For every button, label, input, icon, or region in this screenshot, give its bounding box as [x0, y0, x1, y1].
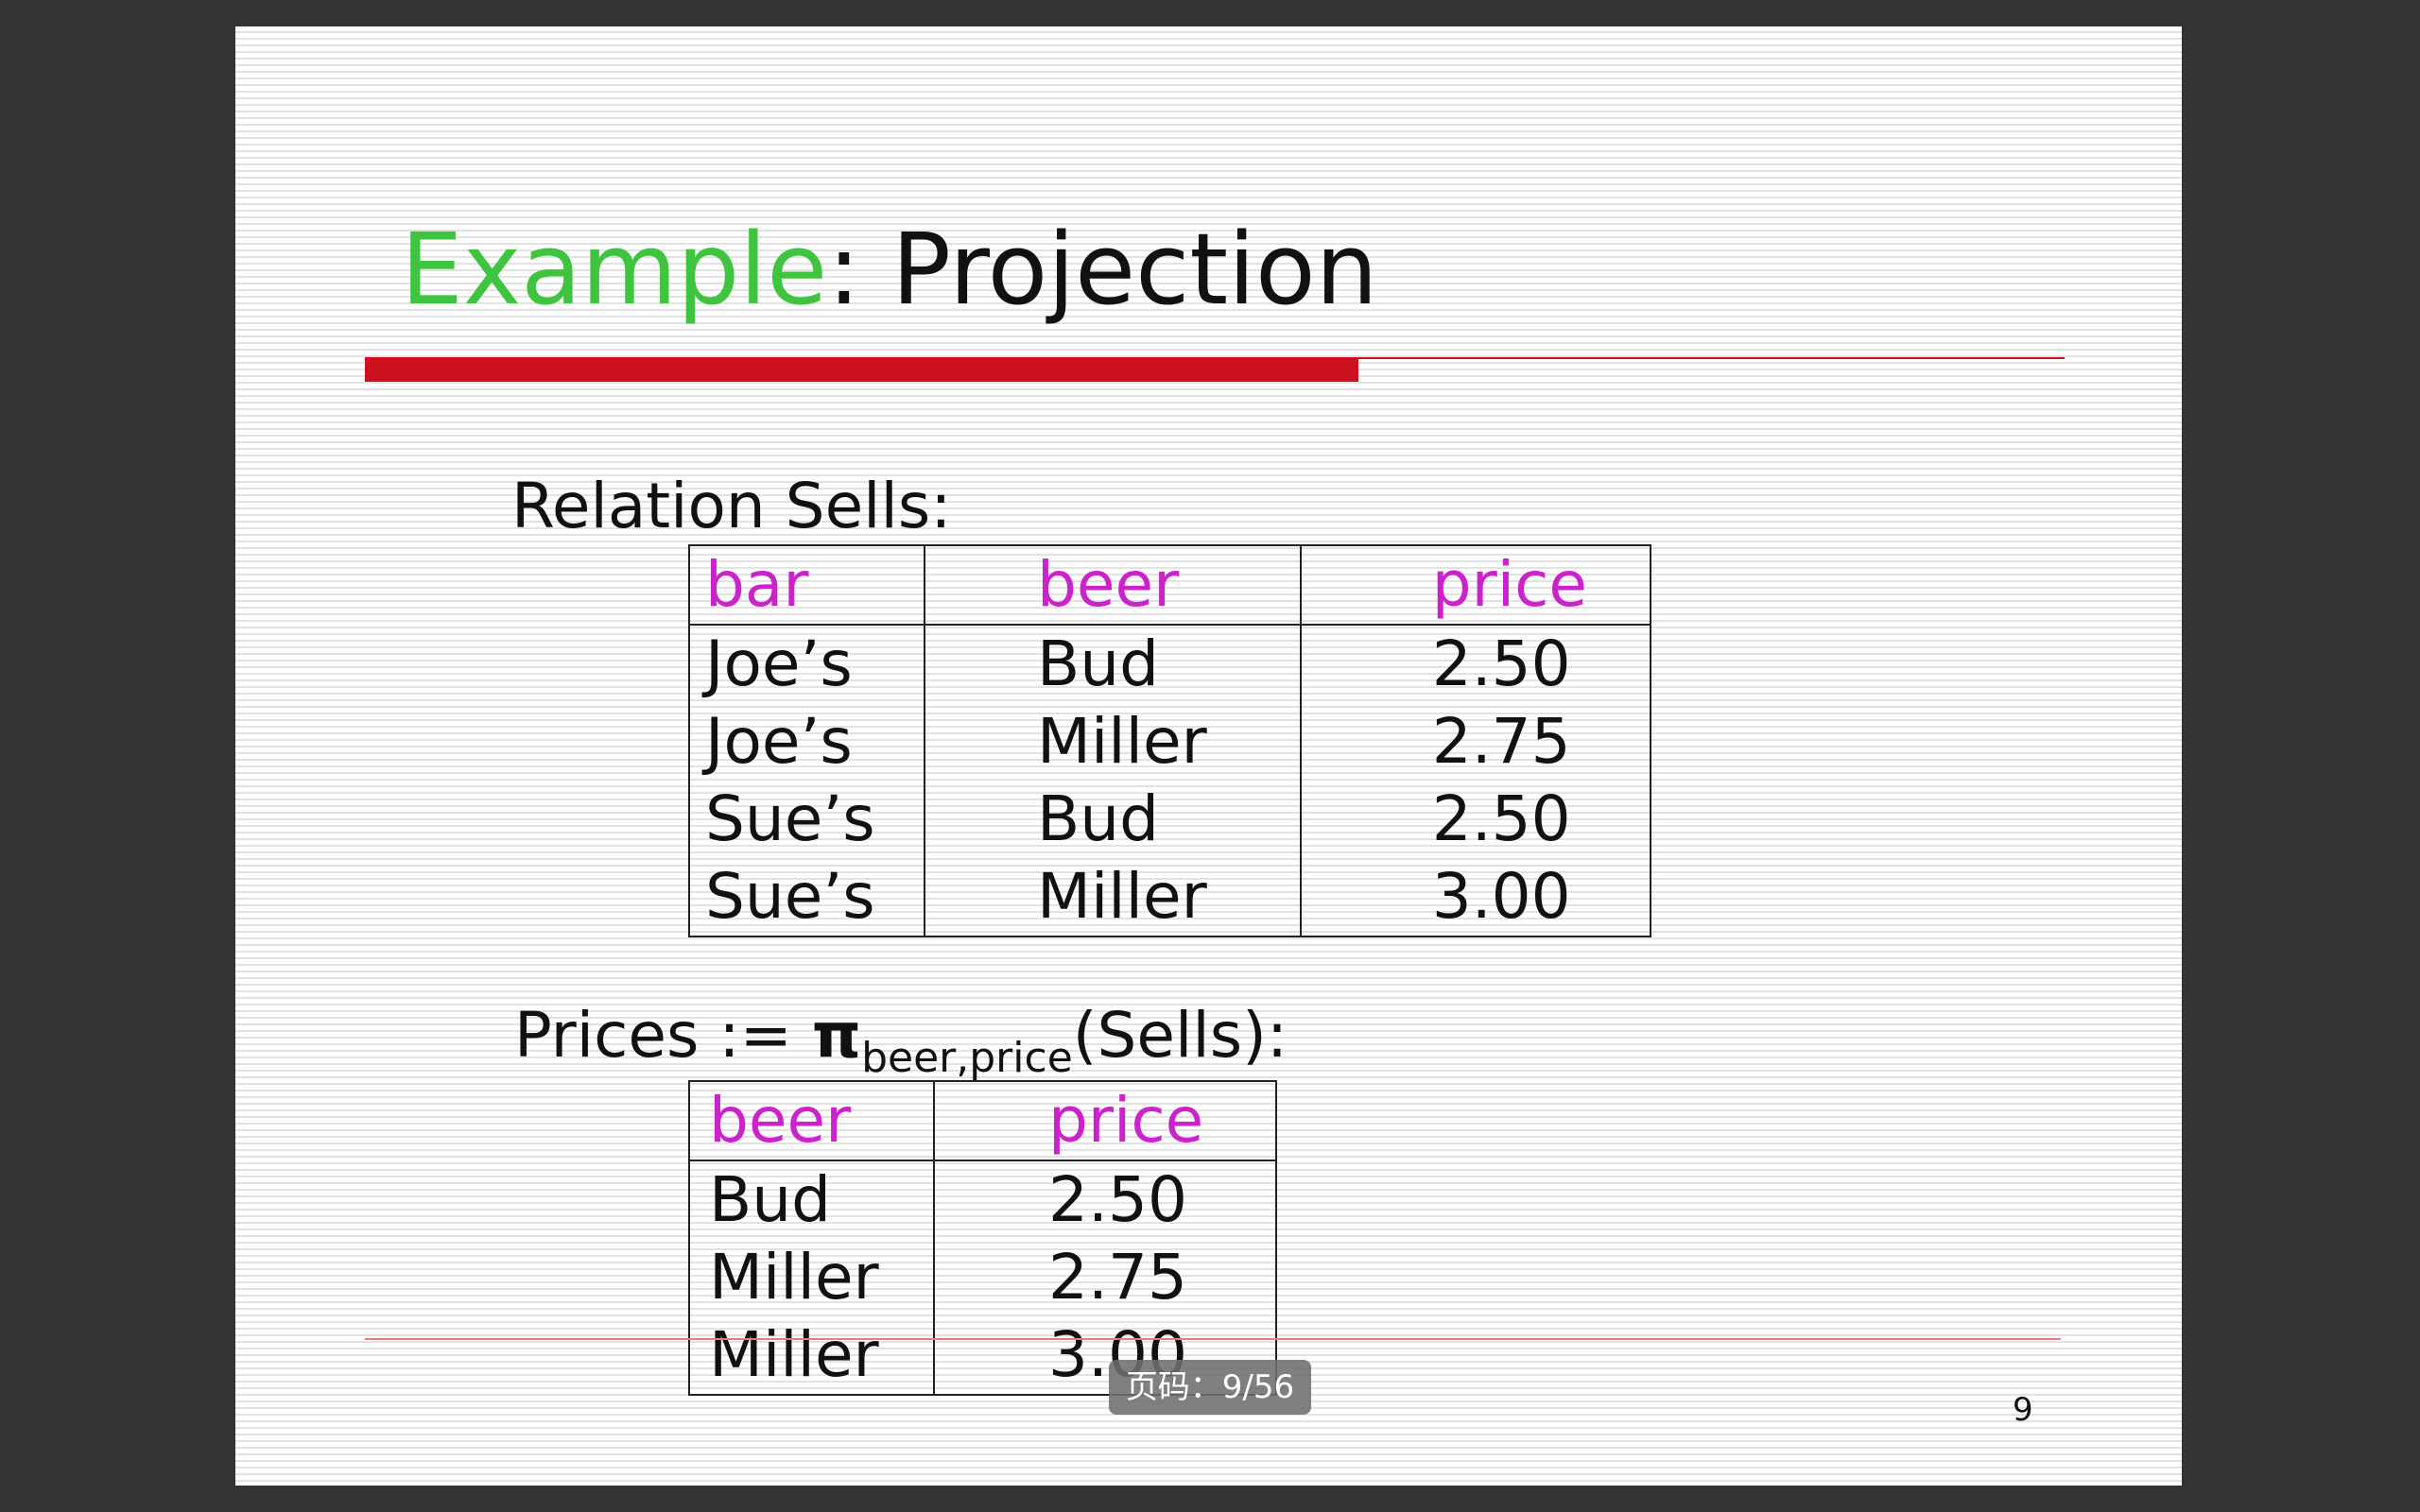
- cell-bar: Joe’s: [687, 703, 926, 781]
- title-rest: : Projection: [827, 212, 1378, 327]
- slide-title: Example: Projection: [401, 220, 1378, 318]
- sells-table: bar beer price Joe’s Bud 2.50 Joe’s Mill…: [687, 544, 1652, 937]
- column-header-beer: beer: [688, 1081, 935, 1161]
- column-header-bar: bar: [687, 545, 926, 626]
- cell-beer: Bud: [924, 781, 1302, 858]
- cell-beer: Miller: [688, 1239, 935, 1316]
- table-row: Miller 2.75: [688, 1239, 1277, 1316]
- prices-table: beer price Bud 2.50 Miller 2.75 Miller 3…: [688, 1080, 1277, 1396]
- cell-price: 3.00: [1299, 858, 1652, 936]
- prices-projection-caption: Prices := πbeer,price(Sells):: [514, 1005, 1288, 1079]
- pi-symbol: π: [811, 999, 862, 1072]
- caption-prices-suffix: (Sells):: [1072, 999, 1288, 1072]
- table-row: Sue’s Miller 3.00: [687, 858, 1652, 936]
- cell-price: 2.50: [1299, 781, 1652, 858]
- column-header-price: price: [1299, 545, 1652, 626]
- slide-page-number: 9: [2013, 1391, 2033, 1429]
- cell-bar: Sue’s: [687, 781, 926, 858]
- page-indicator-badge[interactable]: 页码：9/56: [1109, 1360, 1311, 1415]
- cell-beer: Bud: [688, 1160, 935, 1239]
- slide-page: Example: Projection Relation Sells: bar …: [235, 26, 2182, 1486]
- cell-beer: Miller: [924, 703, 1302, 781]
- cell-bar: Sue’s: [687, 858, 926, 936]
- column-header-beer: beer: [924, 545, 1302, 626]
- cell-price: 2.50: [1299, 625, 1652, 703]
- title-underline-thin: [1358, 357, 2065, 359]
- projection-subscript: beer,price: [861, 1034, 1073, 1082]
- table-row: Sue’s Bud 2.50: [687, 781, 1652, 858]
- table-header-row: beer price: [688, 1081, 1277, 1161]
- column-header-price: price: [933, 1081, 1277, 1161]
- relation-sells-caption: Relation Sells:: [511, 470, 952, 542]
- cell-price: 2.75: [1299, 703, 1652, 781]
- cell-beer: Bud: [924, 625, 1302, 703]
- table-row: Joe’s Miller 2.75: [687, 703, 1652, 781]
- cell-price: 2.50: [933, 1160, 1277, 1239]
- footer-rule: [365, 1338, 2061, 1340]
- table-header-row: bar beer price: [687, 545, 1652, 626]
- cell-beer: Miller: [688, 1316, 935, 1395]
- table-row: Bud 2.50: [688, 1160, 1277, 1239]
- cell-price: 2.75: [933, 1239, 1277, 1316]
- title-accent: Example: [401, 212, 828, 327]
- cell-beer: Miller: [924, 858, 1302, 936]
- table-row: Joe’s Bud 2.50: [687, 625, 1652, 703]
- title-underline-thick: [365, 357, 1358, 382]
- caption-prices-prefix: Prices :=: [514, 999, 812, 1072]
- cell-bar: Joe’s: [687, 625, 926, 703]
